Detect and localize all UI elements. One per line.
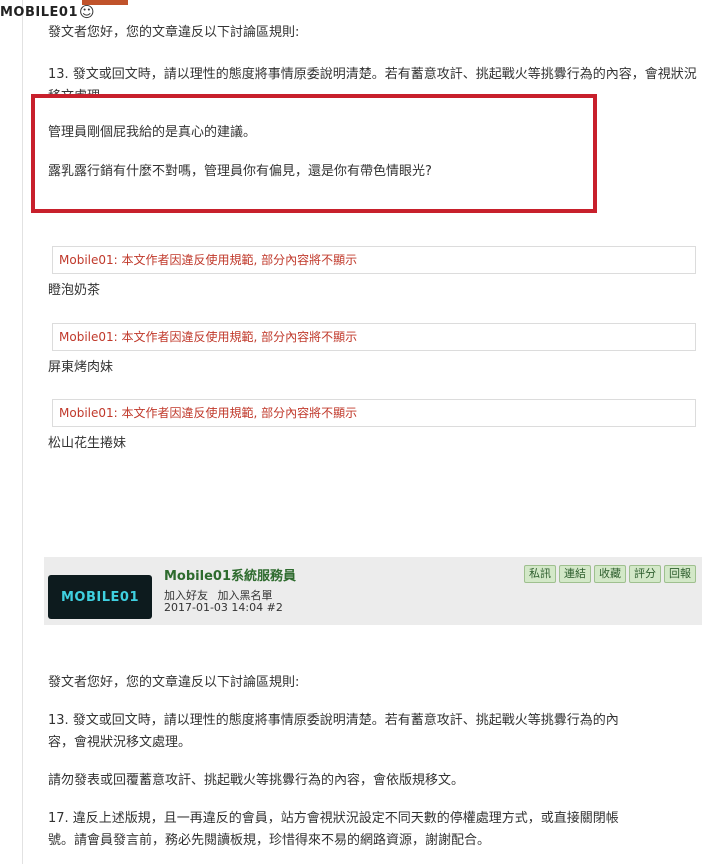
signature: 屏東烤肉妹 xyxy=(48,360,114,375)
violation-notice: Mobile01: 本文作者因違反使用規範, 部分內容將不顯示 xyxy=(52,399,696,427)
logo-face-icon: ☺ xyxy=(79,3,95,21)
highlight-box xyxy=(31,94,597,213)
post-header: MOBILE01 Mobile01系統服務員 加入好友 加入黑名單 2017-0… xyxy=(44,557,702,625)
post2-rule17-line2: 號。請會員發言前，務必先閱讀板規，珍惜得來不易的網路資源，謝謝配合。 xyxy=(48,833,491,848)
avatar-text: MOBILE01 xyxy=(61,589,139,605)
post2-rule13-line1: 13. 發文或回文時，請以理性的態度將事情原委說明清楚。若有蓄意攻訐、挑起戰火等… xyxy=(48,713,619,728)
link-button[interactable]: 連結 xyxy=(559,565,591,583)
post-meta: 2017-01-03 14:04 #2 xyxy=(164,601,283,614)
post2-greeting: 發文者您好，您的文章違反以下討論區規則: xyxy=(48,675,300,690)
post1-greeting: 發文者您好，您的文章違反以下討論區規則: xyxy=(48,25,300,40)
logo-text: MOBILE01 xyxy=(0,4,78,20)
post-actions: 私訊 連結 收藏 評分 回報 xyxy=(524,565,696,583)
favorite-button[interactable]: 收藏 xyxy=(594,565,626,583)
violation-notice: Mobile01: 本文作者因違反使用規範, 部分內容將不顯示 xyxy=(52,323,696,351)
post1-rule13: 13. 發文或回文時，請以理性的態度將事情原委說明清楚。若有蓄意攻訐、挑起戰火等… xyxy=(48,67,697,98)
signature: 瞪泡奶茶 xyxy=(48,283,101,298)
violation-notice: Mobile01: 本文作者因違反使用規範, 部分內容將不顯示 xyxy=(52,246,696,274)
avatar-fragment xyxy=(82,0,128,5)
username-link[interactable]: Mobile01系統服務員 xyxy=(164,565,296,584)
avatar[interactable]: MOBILE01 xyxy=(48,575,152,619)
post1-quote-line1: 管理員剛個屁我給的是真心的建議。 xyxy=(48,125,257,140)
signature: 松山花生捲妹 xyxy=(48,436,127,451)
post1-quote-line2: 露乳露行銷有什麼不對嗎，管理員你有偏見，還是你有帶色情眼光? xyxy=(48,164,432,179)
post2-rule17-line1: 17. 違反上述版規，且一再違反的會員，站方會視狀況設定不同天數的停權處理方式，… xyxy=(48,811,619,826)
post2-rule13-line2: 容，會視狀況移文處理。 xyxy=(48,735,192,750)
rate-button[interactable]: 評分 xyxy=(629,565,661,583)
message-button[interactable]: 私訊 xyxy=(524,565,556,583)
post2-warning: 請勿發表或回覆蓄意攻訐、挑起戰火等挑釁行為的內容，會依版規移文。 xyxy=(48,773,465,788)
left-divider xyxy=(22,0,23,864)
report-button[interactable]: 回報 xyxy=(664,565,696,583)
